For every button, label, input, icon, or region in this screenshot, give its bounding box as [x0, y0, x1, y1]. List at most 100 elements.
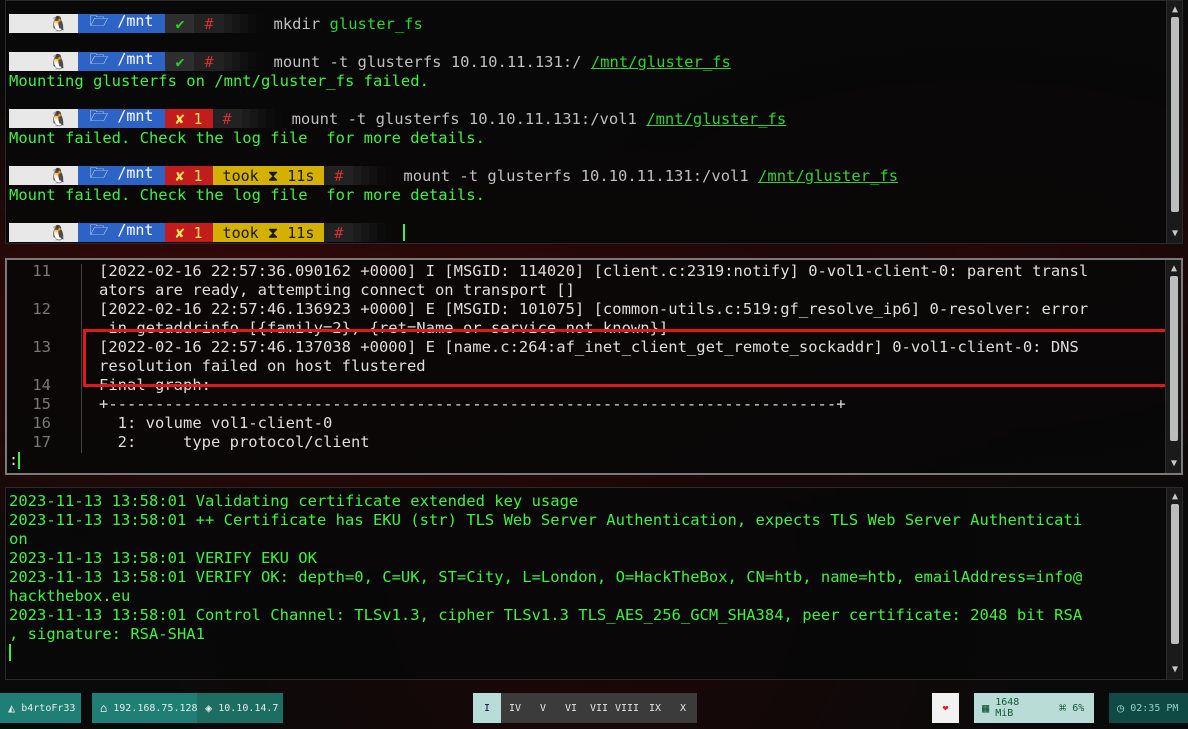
command: mkdir gluster_fs — [274, 15, 423, 33]
root-hash: # — [324, 223, 354, 242]
command-args: gluster_fs — [329, 14, 423, 33]
vpn-ip-module[interactable]: ◈ 10.10.14.7 — [197, 693, 283, 723]
workspace-v[interactable]: V — [529, 693, 557, 723]
scroll-down-arrow[interactable]: ▼ — [1167, 227, 1182, 241]
text-cursor — [18, 452, 21, 469]
command-name: mount — [403, 166, 451, 185]
root-hash: # — [324, 166, 354, 185]
log-line[interactable]: ators are ready, attempting connect on t… — [99, 281, 575, 299]
scroll-down-arrow[interactable]: ▼ — [1166, 457, 1181, 471]
local-ip-module[interactable]: ⌂ 192.168.75.128 — [92, 693, 198, 723]
memory-module[interactable]: ▦ 1648 MiB — [974, 693, 1051, 723]
workspace-x[interactable]: X — [669, 693, 697, 723]
prompt-directory: 🗁 /mnt — [77, 50, 166, 71]
vpn-log-line: on — [9, 529, 28, 548]
log-line[interactable]: [2022-02-16 22:57:36.090162 +0000] I [MS… — [99, 262, 1088, 280]
scroll-up-arrow[interactable]: ▲ — [1167, 3, 1182, 17]
command-name: mkdir — [273, 14, 321, 33]
vpn-log-line: 2023-11-13 13:58:01 VERIFY EKU OK — [9, 548, 317, 567]
output-text: Mount failed. Check the log file for mor… — [9, 185, 485, 204]
prompt-directory: 🗁 /mnt — [77, 107, 166, 128]
workspace-viii[interactable]: VIII — [613, 693, 641, 723]
prompt-line: 🐧 🗁 /mnt ✔ # mkdir gluster_fs — [9, 12, 423, 33]
scrollbar-vim[interactable]: ▲ ▼ — [1165, 260, 1181, 473]
workspace-ix[interactable]: IX — [641, 693, 669, 723]
clock-module[interactable]: ◷ 02:35 PM — [1109, 693, 1188, 723]
log-line[interactable]: 2: type protocol/client — [99, 433, 370, 451]
log-line[interactable]: 1: volume vol1-client-0 — [99, 414, 333, 432]
vpn-log-line: 2023-11-13 13:58:01 ++ Certificate has E… — [9, 510, 1083, 529]
memory-icon: ▦ — [982, 701, 990, 715]
text-cursor — [9, 644, 11, 661]
network-icon: ⌂ — [100, 701, 108, 715]
root-hash: # — [212, 109, 242, 128]
line-number: 13 — [32, 338, 51, 356]
polybar: ◭ b4rtoFr33 ⌂ 192.168.75.128 ◈ 10.10.14.… — [0, 688, 1188, 729]
line-number: 11 — [32, 262, 51, 280]
error-status: ✘ 1 — [165, 166, 213, 185]
workspace-iv[interactable]: IV — [501, 693, 529, 723]
vpn-log-line: , signature: RSA-SHA1 — [9, 624, 205, 643]
memory-usage: 1648 MiB — [995, 697, 1020, 719]
terminal-bottom[interactable]: 2023-11-13 13:58:01 Validating certifica… — [5, 487, 1183, 680]
vim-editor-pane[interactable]: 11 [2022-02-16 22:57:36.090162 +0000] I [… — [5, 258, 1183, 475]
linux-icon: 🐧 — [9, 52, 78, 71]
prompt-fade — [223, 14, 264, 33]
workspace-i[interactable]: I — [473, 693, 501, 723]
command-path: /mnt/gluster_fs — [646, 109, 787, 128]
terminal-top[interactable]: 🐧 🗁 /mnt ✔ # mkdir gluster_fs 🐧 🗁 /mnt ✔ # mount … — [5, 0, 1183, 244]
cpu-icon: ⌘ — [1059, 701, 1067, 715]
prompt-line: 🐧 🗁 /mnt ✘ 1 took ⧗ 11s # — [9, 221, 406, 242]
command: mount -t glusterfs 10.10.11.131:/vol1 /m… — [292, 110, 787, 128]
scrollbar-thumb[interactable] — [1171, 17, 1179, 212]
check-icon: ✔ — [165, 14, 195, 33]
root-hash: # — [194, 14, 224, 33]
scrollbar-top[interactable]: ▲ ▼ — [1166, 1, 1182, 243]
output-text: Mount failed. Check the log file for mor… — [9, 128, 485, 147]
clock-icon: ◷ — [1117, 701, 1125, 715]
prompt-directory: 🗁 /mnt — [77, 12, 166, 33]
command-name: mount — [273, 52, 321, 71]
scrollbar-thumb[interactable] — [1171, 504, 1179, 644]
log-line[interactable]: [2022-02-16 22:57:46.136923 +0000] E [MS… — [99, 300, 1088, 318]
scroll-up-arrow[interactable]: ▲ — [1166, 262, 1181, 276]
linux-icon: 🐧 — [9, 109, 78, 128]
linux-icon: 🐧 — [9, 166, 78, 185]
prompt-fade — [353, 166, 394, 185]
line-number-separator — [81, 264, 82, 453]
scroll-down-arrow[interactable]: ▼ — [1167, 663, 1182, 677]
username: b4rtoFr33 — [21, 702, 76, 714]
line-number: 14 — [32, 376, 51, 394]
output-line: Mounting glusterfs on /mnt/gluster_fs fa… — [9, 71, 429, 90]
prompt-fade — [223, 52, 264, 71]
command: mount -t glusterfs 10.10.11.131:/vol1 /m… — [403, 167, 898, 185]
command-path: /mnt/gluster_fs — [590, 52, 731, 71]
line-number: 16 — [32, 414, 51, 432]
prompt-fade — [241, 109, 282, 128]
workspace-vi[interactable]: VI — [557, 693, 585, 723]
user-module[interactable]: ◭ b4rtoFr33 — [0, 693, 81, 723]
error-status: ✘ 1 — [165, 109, 213, 128]
workspace-vii[interactable]: VII — [585, 693, 613, 723]
scrollbar-bottom[interactable]: ▲ ▼ — [1166, 488, 1182, 679]
prompt-line: 🐧 🗁 /mnt ✘ 1 took ⧗ 11s # mount -t glusterfs … — [9, 164, 898, 185]
output-text: Mounting glusterfs on /mnt/gluster_fs fa… — [9, 71, 429, 90]
linux-icon: 🐧 — [9, 223, 78, 242]
scroll-up-arrow[interactable]: ▲ — [1167, 490, 1182, 504]
cpu-usage: 6% — [1072, 702, 1085, 714]
vim-command-line[interactable]: : — [9, 451, 21, 469]
scrollbar-thumb[interactable] — [1170, 276, 1178, 441]
prompt-line: 🐧 🗁 /mnt ✔ # mount -t glusterfs 10.10.11.131… — [9, 50, 731, 71]
prompt-directory: 🗁 /mnt — [77, 221, 166, 242]
cpu-module[interactable]: ⌘ 6% — [1051, 693, 1094, 723]
highlight-box — [83, 329, 1168, 387]
check-icon: ✔ — [165, 52, 195, 71]
command-name: mount — [291, 109, 339, 128]
log-line[interactable]: +---------------------------------------… — [99, 395, 846, 413]
prompt-line: 🐧 🗁 /mnt ✘ 1 # mount -t glusterfs 10.10.11.1… — [9, 107, 787, 128]
command-args: -t glusterfs 10.10.11.131:/ — [329, 52, 582, 71]
command-path: /mnt/gluster_fs — [758, 166, 899, 185]
heart-icon[interactable]: ❤ — [932, 693, 959, 723]
vpn-log-line: 2023-11-13 13:58:01 Validating certifica… — [9, 491, 579, 510]
ghost-icon: ◭ — [8, 701, 16, 715]
